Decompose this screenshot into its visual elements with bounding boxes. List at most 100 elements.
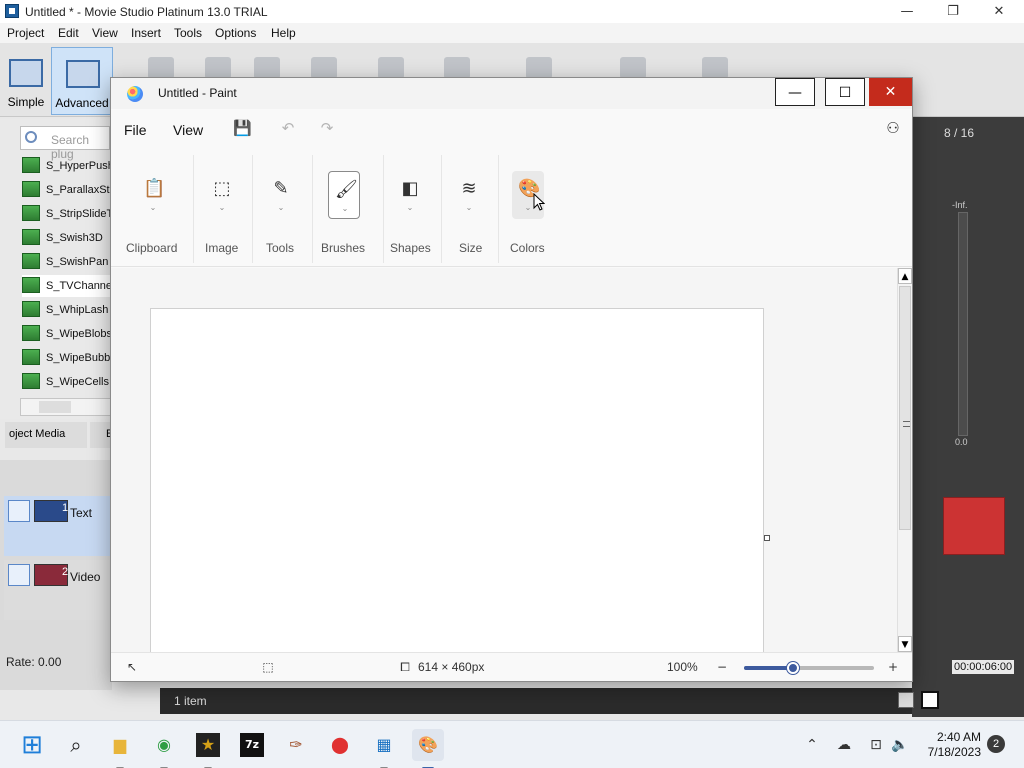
canvas-vertical-scrollbar[interactable]: ▲ ▼ [897,268,912,652]
plugin-list-item[interactable]: S_ParallaxStr [22,179,113,201]
canvas-viewport[interactable] [111,268,897,652]
chevron-down-icon: ⌄ [149,203,157,212]
track-expand-icon[interactable] [8,564,30,586]
plugin-scroll-thumb[interactable] [39,401,71,413]
ribbon-label-size: Size [459,241,483,255]
plugin-label: S_WipeBlobs [46,328,113,340]
ribbon-label-tools: Tools [266,241,295,255]
menu-tools[interactable]: Tools [174,26,202,40]
plugin-list-item[interactable]: S_StripSlideTr [22,203,117,225]
toolbar-redo-icon[interactable] [444,57,470,79]
zoom-slider[interactable] [744,662,874,674]
plugin-horizontal-scrollbar[interactable] [20,398,112,416]
tools-button[interactable]: ✎ ⌄ [265,171,297,219]
paint-maximize-button[interactable]: ☐ [825,78,865,106]
shapes-button[interactable]: ◧ ⌄ [394,171,426,219]
list-view-icon[interactable] [898,692,914,708]
track-text[interactable]: 1 Text [4,496,112,556]
toolbar-open-icon[interactable] [205,57,231,79]
plugin-list-item[interactable]: S_HyperPush [22,155,114,177]
plugin-list-item[interactable]: S_Swish3D [22,227,112,249]
toolbar-film-reel-icon[interactable] [526,57,552,79]
taskbar-file-explorer[interactable]: ▆ [104,729,136,768]
ribbon-divider [312,155,313,263]
track-video[interactable]: 2 Video [4,560,112,620]
zoom-slider-knob[interactable] [787,662,800,674]
toolbar-help-icon[interactable] [702,57,728,79]
notification-badge[interactable]: 2 [987,735,1005,753]
size-button[interactable]: ≋ ⌄ [453,171,485,219]
start-button[interactable]: ⊞ [16,729,48,761]
network-icon[interactable]: ⊡ [866,735,886,755]
tab-explorer[interactable]: E [90,422,113,448]
menu-view[interactable]: View [92,26,118,40]
toolbar-new-icon[interactable] [148,57,174,79]
clock-time[interactable]: 2:40 AM [926,730,981,744]
track-expand-icon[interactable] [8,500,30,522]
scroll-up-icon[interactable]: ▲ [898,268,912,284]
taskbar-video-editor[interactable]: ▦ [368,729,400,768]
taskbar-search-button[interactable]: ⌕ [60,729,92,761]
cloud-offline-icon[interactable]: ☁ [834,735,854,755]
tray-overflow-icon[interactable]: ⌃ [802,735,822,755]
paint-menu-file[interactable]: File [124,122,147,138]
taskbar-paint[interactable]: 🎨 [412,729,444,768]
thumbnail-view-icon[interactable] [921,691,939,709]
ms-close-button[interactable]: ✕ [976,0,1022,23]
plugin-label: S_WipeCells [46,376,109,388]
paint-menu-view[interactable]: View [173,122,203,138]
plugin-list-item[interactable]: S_SwishPan [22,251,112,273]
toolbar-undo-icon[interactable] [378,57,404,79]
taskbar-chrome[interactable]: ◉ [148,729,180,768]
zoom-out-icon[interactable]: − [715,660,729,674]
playback-rate: Rate: 0.00 [6,655,62,669]
taskbar-7zip[interactable]: 7z [236,729,268,761]
simple-layout-button[interactable]: Simple [2,47,50,115]
canvas-resize-handle[interactable] [764,535,770,541]
menu-edit[interactable]: Edit [58,26,79,40]
image-select-button[interactable]: ⬚ ⌄ [206,171,238,219]
volume-icon[interactable]: 🔈 [890,735,910,755]
advanced-layout-button[interactable]: Advanced [51,47,113,115]
paint-titlebar: Untitled - Paint — ☐ ✕ [111,78,912,109]
folder-icon: ▆ [113,735,127,754]
plugin-list-item[interactable]: S_WhipLash [22,299,112,321]
plugin-list-item[interactable]: S_WipeCells [22,371,112,393]
share-icon[interactable]: ⚇ [884,119,902,137]
plugin-search-input[interactable]: Search plug [20,126,110,161]
plugin-list-item[interactable]: S_TVChannel [22,275,115,297]
brushes-button[interactable]: 🖌 ⌄ [328,171,360,219]
paint-close-button[interactable]: ✕ [869,78,912,106]
taskbar-movie-studio[interactable]: ★ [192,729,224,768]
scroll-down-icon[interactable]: ▼ [898,636,912,652]
plugin-list-item[interactable]: S_WipeBlobs [22,323,112,345]
paint-ribbon: 📋 ⌄ Clipboard ⬚ ⌄ Image ✎ ⌄ Tools 🖌 ⌄ Br… [111,149,912,267]
clock-date[interactable]: 7/18/2023 [920,745,981,759]
taskbar-paint-app[interactable]: ✑ [280,729,312,761]
clipboard-button[interactable]: 📋 ⌄ [137,171,169,219]
menu-project[interactable]: Project [7,26,44,40]
menu-insert[interactable]: Insert [131,26,161,40]
toolbar-hand-icon[interactable] [620,57,646,79]
ms-minimize-button[interactable]: — [884,0,930,23]
scroll-thumb[interactable] [899,286,911,530]
paint-minimize-button[interactable]: — [775,78,815,106]
menu-options[interactable]: Options [215,26,256,40]
shapes-icon: ◧ [401,178,419,199]
ribbon-group-clipboard: 📋 ⌄ Clipboard [124,149,196,267]
zoom-level[interactable]: 100% [667,660,698,674]
taskbar-recorder[interactable]: ⬤ [324,729,356,761]
undo-icon[interactable]: ↶ [279,119,297,137]
drawing-canvas[interactable] [150,308,764,652]
plugin-list-item[interactable]: S_WipeBubble [22,347,119,369]
save-icon[interactable]: 💾 [233,119,252,137]
tab-project-media[interactable]: oject Media [5,422,87,448]
zoom-in-icon[interactable]: + [886,660,900,674]
toolbar-render-icon[interactable] [311,57,337,79]
ms-restore-button[interactable]: ❐ [930,0,976,23]
redo-icon[interactable]: ↷ [318,119,336,137]
meter-top-label: -Inf. [952,200,968,210]
menu-help[interactable]: Help [271,26,296,40]
timeline-clip-thumbnail[interactable] [943,497,1005,555]
toolbar-save-icon[interactable] [254,57,280,79]
